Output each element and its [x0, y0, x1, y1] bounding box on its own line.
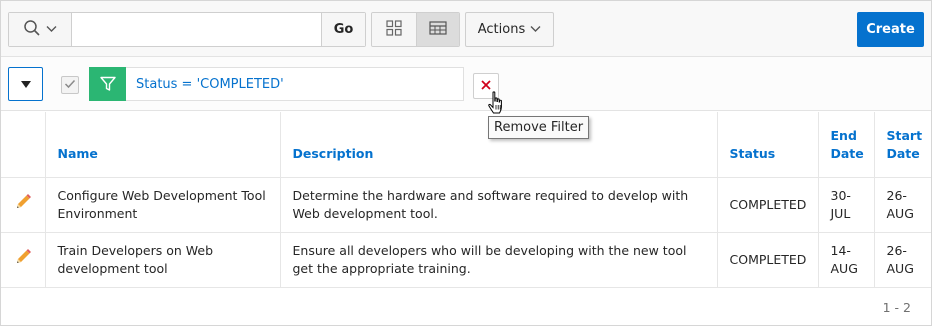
- filter-text[interactable]: Status = 'COMPLETED': [126, 77, 284, 92]
- pagination-range: 1 - 2: [882, 300, 911, 315]
- table-icon: [429, 20, 447, 39]
- filter-bar: Status = 'COMPLETED': [1, 57, 931, 111]
- search-icon: [23, 19, 41, 41]
- column-header-status[interactable]: Status: [717, 112, 819, 178]
- chevron-down-icon: [46, 22, 57, 37]
- cell-end-date: 14-AUG: [818, 232, 875, 288]
- edit-cell[interactable]: [1, 177, 46, 233]
- cell-name: Train Developers on Web development tool: [45, 232, 281, 288]
- column-header-start-date[interactable]: Start Date: [874, 112, 931, 178]
- actions-menu-button[interactable]: Actions: [465, 12, 554, 47]
- report-table: Name Description Status End Date Start D…: [1, 112, 931, 288]
- filter-chip[interactable]: Status = 'COMPLETED': [89, 66, 464, 101]
- actions-label: Actions: [477, 22, 526, 37]
- grid-icon: [386, 19, 402, 40]
- hand-cursor-icon: [487, 91, 507, 121]
- column-header-end-date[interactable]: End Date: [818, 112, 875, 178]
- pencil-icon[interactable]: [14, 194, 32, 214]
- interactive-report: Go Actions Create Status = 'COMPLETED' N…: [0, 0, 932, 326]
- table-header-row: Name Description Status End Date Start D…: [1, 112, 931, 178]
- collapse-filters-button[interactable]: [8, 67, 43, 101]
- report-toolbar: Go Actions Create: [1, 1, 931, 57]
- cell-name: Configure Web Development Tool Environme…: [45, 177, 281, 233]
- cell-status: COMPLETED: [717, 177, 819, 233]
- filter-enable-checkbox[interactable]: [61, 76, 79, 94]
- cell-description: Ensure all developers who will be develo…: [280, 232, 718, 288]
- go-button[interactable]: Go: [321, 13, 365, 46]
- caret-down-icon: [20, 77, 31, 92]
- table-row: Train Developers on Web development tool…: [1, 232, 931, 288]
- pencil-icon[interactable]: [14, 249, 32, 269]
- search-column-selector[interactable]: [9, 13, 72, 46]
- cell-start-date: 26-AUG: [874, 232, 931, 288]
- cell-status: COMPLETED: [717, 232, 819, 288]
- view-switcher: [371, 12, 460, 47]
- cell-description: Determine the hardware and software requ…: [280, 177, 718, 233]
- edit-column-header: [1, 112, 46, 178]
- icon-view-button[interactable]: [372, 13, 416, 46]
- filter-icon: [89, 66, 126, 101]
- column-header-name[interactable]: Name: [45, 112, 281, 178]
- report-footer: 1 - 2: [1, 287, 931, 326]
- table-row: Configure Web Development Tool Environme…: [1, 177, 931, 233]
- search-input[interactable]: [72, 13, 321, 46]
- edit-cell[interactable]: [1, 232, 46, 288]
- report-view-button[interactable]: [415, 13, 459, 46]
- chevron-down-icon: [530, 22, 541, 37]
- create-button[interactable]: Create: [857, 12, 924, 47]
- search-bar: Go: [8, 12, 366, 47]
- check-icon: [64, 78, 76, 93]
- cell-start-date: 26-AUG: [874, 177, 931, 233]
- cell-end-date: 30-JUL: [818, 177, 875, 233]
